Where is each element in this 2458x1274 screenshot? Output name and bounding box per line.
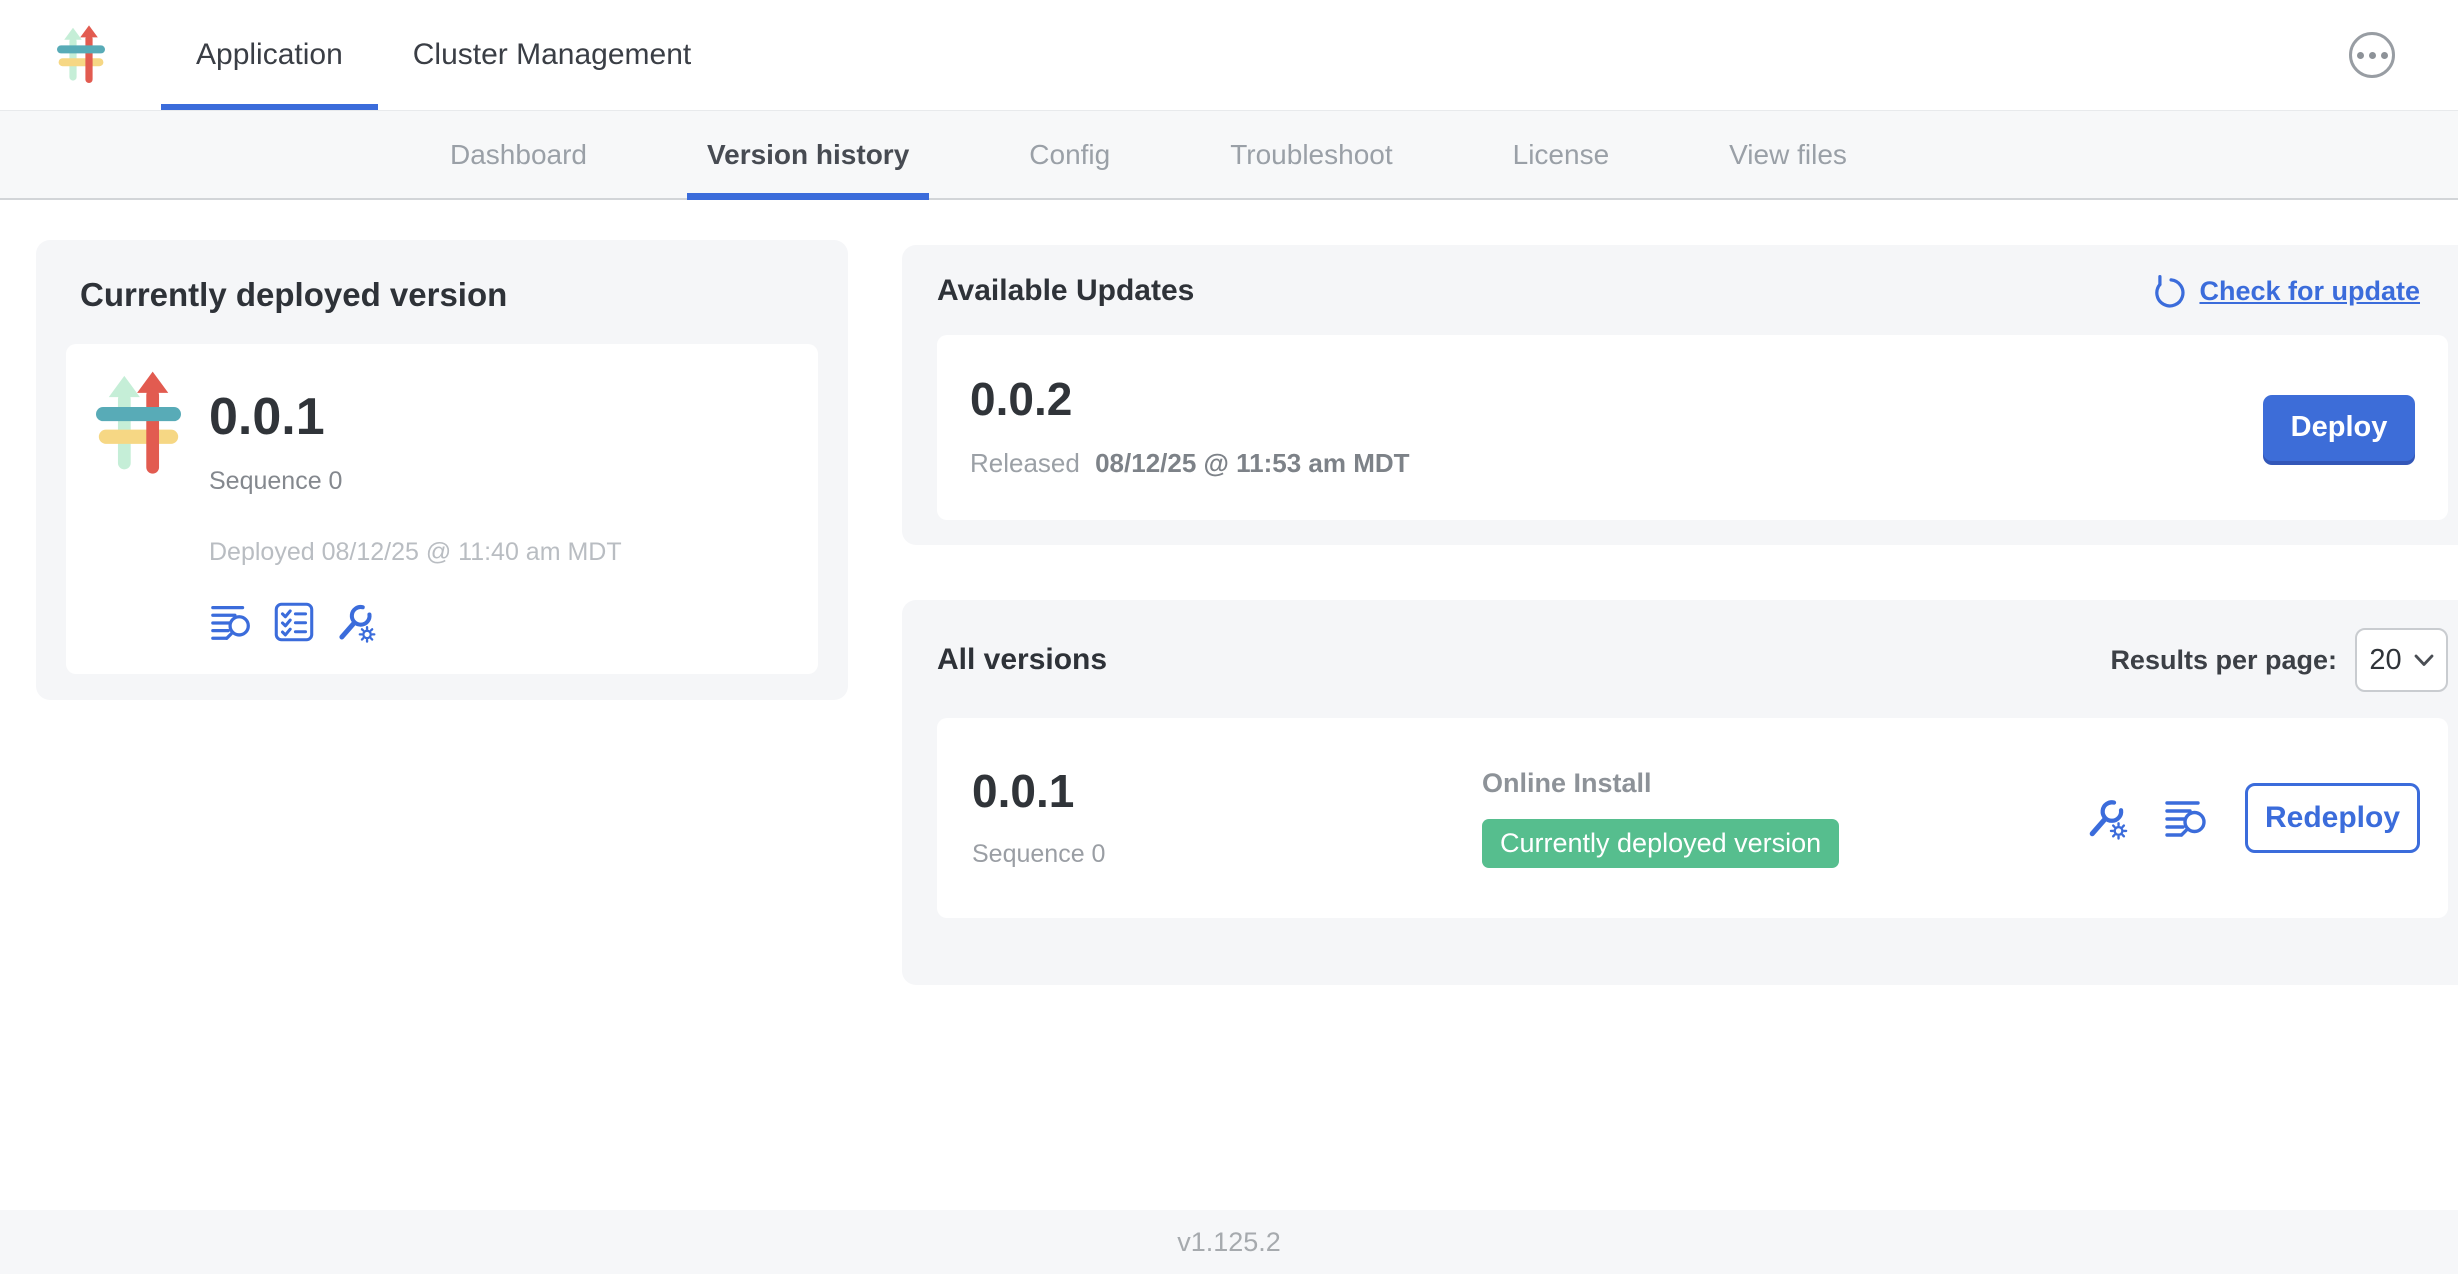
available-updates-title: Available Updates [937,274,1194,308]
tab-config-label: Config [1029,139,1110,171]
update-card: 0.0.2 Released 08/12/25 @ 11:53 am MDT D… [937,335,2448,520]
header-nav: Application Cluster Management [161,0,726,110]
all-versions-title: All versions [937,643,1107,677]
preflight-checks-icon[interactable] [271,599,317,645]
app-logo-icon [57,23,105,87]
tab-application[interactable]: Application [161,0,378,110]
config-icon[interactable] [2083,794,2131,842]
results-per-page-label: Results per page: [2110,645,2337,676]
tab-cluster-management-label: Cluster Management [413,38,691,72]
check-for-update-link[interactable]: Check for update [2151,273,2420,309]
row-version: 0.0.1 [972,768,1482,814]
redeploy-button[interactable]: Redeploy [2245,783,2420,853]
release-notes-icon[interactable] [209,599,255,645]
app-subnav: Dashboard Version history Config Trouble… [0,111,2458,200]
console-version: v1.125.2 [1177,1227,1281,1258]
app-footer: v1.125.2 [0,1210,2458,1274]
currently-deployed-panel: Currently deployed version 0.0.1 Sequenc… [36,240,848,700]
update-info: 0.0.2 Released 08/12/25 @ 11:53 am MDT [970,376,1410,479]
main-content: Currently deployed version 0.0.1 Sequenc… [0,200,2458,1210]
tab-config[interactable]: Config [1009,111,1130,198]
available-updates-header: Available Updates Check for update [937,273,2448,309]
tab-application-label: Application [196,38,343,72]
app-header: Application Cluster Management [0,0,2458,111]
left-column: Currently deployed version 0.0.1 Sequenc… [36,240,848,700]
results-per-page-select[interactable]: 20 [2355,628,2448,692]
deployed-sequence: Sequence 0 [209,467,622,496]
results-per-page: Results per page: 20 [2110,628,2448,692]
tab-view-files-label: View files [1729,139,1847,171]
tab-troubleshoot-label: Troubleshoot [1230,139,1392,171]
tab-view-files[interactable]: View files [1709,111,1867,198]
row-status: Online Install Currently deployed versio… [1482,768,2083,868]
tab-license-label: License [1513,139,1610,171]
currently-deployed-card: 0.0.1 Sequence 0 Deployed 08/12/25 @ 11:… [66,344,818,674]
right-column: Available Updates Check for update 0.0.2… [902,245,2458,985]
config-icon[interactable] [333,599,379,645]
available-updates-panel: Available Updates Check for update 0.0.2… [902,245,2458,545]
status-badge: Currently deployed version [1482,819,1839,868]
deploy-button[interactable]: Deploy [2263,395,2415,461]
tab-dashboard-label: Dashboard [450,139,587,171]
app-logo-icon [96,369,181,479]
deployed-info: 0.0.1 Sequence 0 Deployed 08/12/25 @ 11:… [209,369,622,645]
row-version-info: 0.0.1 Sequence 0 [972,768,1482,869]
ellipsis-icon [2357,52,2364,59]
update-released: Released 08/12/25 @ 11:53 am MDT [970,448,1410,479]
tab-license[interactable]: License [1493,111,1630,198]
deployed-actions [209,599,622,645]
released-timestamp: 08/12/25 @ 11:53 am MDT [1095,448,1409,478]
tab-cluster-management[interactable]: Cluster Management [378,0,726,110]
update-version: 0.0.2 [970,376,1410,422]
all-versions-panel: All versions Results per page: 20 0.0.1 … [902,600,2458,985]
more-menu-button[interactable] [2349,32,2395,78]
version-row: 0.0.1 Sequence 0 Online Install Currentl… [937,718,2448,918]
tab-version-history[interactable]: Version history [687,111,929,198]
tab-version-history-label: Version history [707,139,909,171]
row-sequence: Sequence 0 [972,840,1482,869]
deployed-timestamp: Deployed 08/12/25 @ 11:40 am MDT [209,538,622,567]
results-per-page-value: 20 [2369,644,2401,677]
refresh-icon [2151,273,2187,309]
currently-deployed-title: Currently deployed version [80,276,818,314]
chevron-down-icon [2414,654,2434,667]
release-notes-icon[interactable] [2163,794,2211,842]
released-label: Released [970,448,1080,478]
all-versions-header: All versions Results per page: 20 [937,628,2448,692]
deployed-version: 0.0.1 [209,391,622,443]
tab-dashboard[interactable]: Dashboard [430,111,607,198]
tab-troubleshoot[interactable]: Troubleshoot [1210,111,1412,198]
install-type: Online Install [1482,768,2083,799]
row-actions [2083,794,2211,842]
check-for-update-label: Check for update [2199,276,2420,307]
